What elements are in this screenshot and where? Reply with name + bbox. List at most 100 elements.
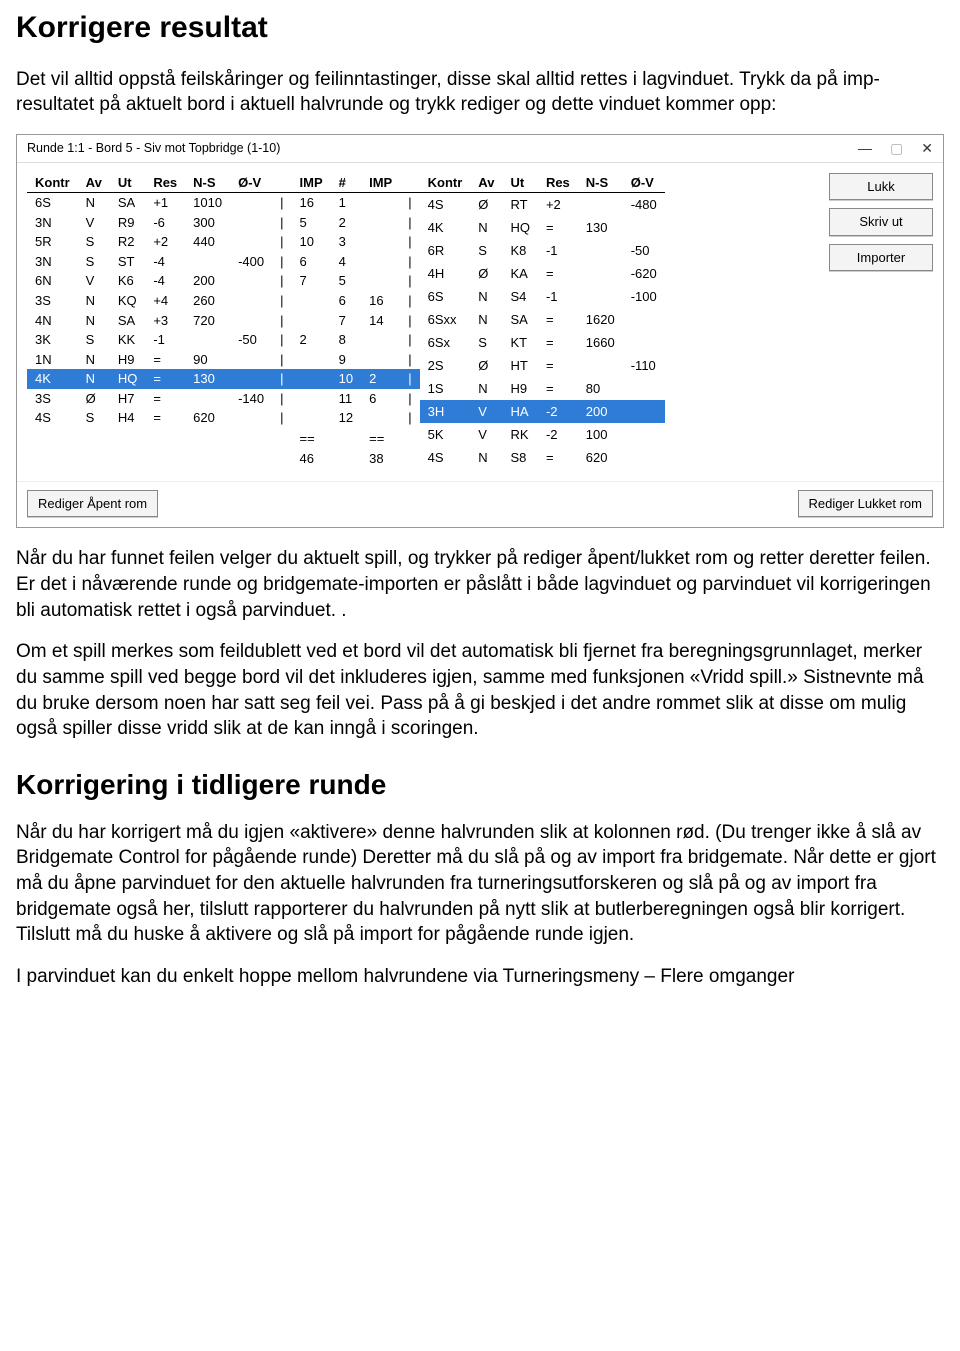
table-row[interactable]: 2SØHT=-110 xyxy=(420,354,665,377)
table-cell: H9 xyxy=(110,350,146,370)
table-cell: | xyxy=(400,330,419,350)
table-cell: N xyxy=(470,308,502,331)
table-cell: SA xyxy=(110,311,146,331)
table-cell: 2 xyxy=(331,213,361,233)
table-cell: 6 xyxy=(292,252,331,272)
table-row[interactable]: 9| xyxy=(331,350,420,370)
table-row[interactable]: 8| xyxy=(331,330,420,350)
table-cell: 11 xyxy=(331,389,361,409)
table-cell: 1620 xyxy=(578,308,623,331)
table-cell: 6 xyxy=(361,389,400,409)
result-window: Runde 1:1 - Bord 5 - Siv mot Topbridge (… xyxy=(16,134,944,529)
table-cell: 6Sx xyxy=(420,331,471,354)
table-cell: N xyxy=(470,216,502,239)
table-cell: 16 xyxy=(292,193,331,213)
table-cell xyxy=(230,408,272,428)
table-cell: -1 xyxy=(538,239,578,262)
table-row[interactable]: 102| xyxy=(331,369,420,389)
table-row[interactable]: 6SxxNSA=1620 xyxy=(420,308,665,331)
table-row[interactable]: 3NVR9-6300|5 xyxy=(27,213,331,233)
table-row[interactable]: 4KNHQ=130 xyxy=(420,216,665,239)
table-row[interactable]: 5| xyxy=(331,271,420,291)
table-cell: KK xyxy=(110,330,146,350)
table-row[interactable]: 3HVHA-2200 xyxy=(420,400,665,423)
edit-closed-room-button[interactable]: Rediger Lukket rom xyxy=(798,490,933,518)
table-cell: 5 xyxy=(292,213,331,233)
table-cell: | xyxy=(400,252,419,272)
table-cell: V xyxy=(78,271,110,291)
table-cell xyxy=(230,232,272,252)
table-cell: KA xyxy=(502,262,538,285)
close-icon[interactable]: ✕ xyxy=(921,139,933,158)
table-row[interactable]: 6SNSA+11010|16 xyxy=(27,193,331,213)
table-cell: 6Sxx xyxy=(420,308,471,331)
table-cell: 4K xyxy=(420,216,471,239)
table-cell: | xyxy=(272,311,291,331)
table-cell: 6S xyxy=(27,193,78,213)
table-cell xyxy=(292,311,331,331)
table-row[interactable]: 6RSK8-1-50 xyxy=(420,239,665,262)
table-cell xyxy=(361,252,400,272)
table-cell xyxy=(361,350,400,370)
table-row[interactable]: 616| xyxy=(331,291,420,311)
table-row[interactable]: 4SØRT+2-480 xyxy=(420,193,665,217)
table-cell: 3K xyxy=(27,330,78,350)
table-row[interactable]: 1SNH9=80 xyxy=(420,377,665,400)
table-row[interactable]: 6NVK6-4200|7 xyxy=(27,271,331,291)
table-cell: +2 xyxy=(145,232,185,252)
table-row[interactable]: 3NSST-4-400|6 xyxy=(27,252,331,272)
table-cell: +1 xyxy=(145,193,185,213)
table-row[interactable]: 4HØKA=-620 xyxy=(420,262,665,285)
table-cell xyxy=(185,389,230,409)
col-av-r: Av xyxy=(470,173,502,193)
col-ov-r: Ø-V xyxy=(623,173,665,193)
table-cell: HT xyxy=(502,354,538,377)
table-row[interactable]: 3SNKQ+4260| xyxy=(27,291,331,311)
close-button[interactable]: Lukk xyxy=(829,173,933,201)
import-button[interactable]: Importer xyxy=(829,244,933,272)
edit-open-room-button[interactable]: Rediger Åpent rom xyxy=(27,490,158,518)
table-cell: H7 xyxy=(110,389,146,409)
minimize-icon[interactable]: — xyxy=(858,139,872,158)
table-cell xyxy=(578,285,623,308)
print-button[interactable]: Skriv ut xyxy=(829,208,933,236)
table-row[interactable]: 12| xyxy=(331,408,420,428)
table-row[interactable]: 4SNS8=620 xyxy=(420,446,665,469)
table-row[interactable]: 2| xyxy=(331,213,420,233)
table-cell: = xyxy=(145,369,185,389)
table-cell xyxy=(361,193,400,213)
table-cell: | xyxy=(400,408,419,428)
table-cell: Ø xyxy=(78,389,110,409)
table-cell xyxy=(361,213,400,233)
table-cell xyxy=(578,354,623,377)
table-cell xyxy=(361,330,400,350)
table-row[interactable]: 6SNS4-1-100 xyxy=(420,285,665,308)
table-cell xyxy=(230,311,272,331)
table-cell xyxy=(230,291,272,311)
table-cell: | xyxy=(272,232,291,252)
table-row[interactable]: 3| xyxy=(331,232,420,252)
maximize-icon[interactable]: ▢ xyxy=(890,139,903,158)
table-cell xyxy=(623,377,665,400)
table-cell xyxy=(230,193,272,213)
table-cell: 80 xyxy=(578,377,623,400)
table-row[interactable]: 3SØH7=-140| xyxy=(27,389,331,409)
table-row[interactable]: 5KVRK-2100 xyxy=(420,423,665,446)
table-cell: 3S xyxy=(27,291,78,311)
table-row[interactable]: 5RSR2+2440|10 xyxy=(27,232,331,252)
table-row[interactable]: 4| xyxy=(331,252,420,272)
table-row[interactable]: 714| xyxy=(331,311,420,331)
table-cell: -1 xyxy=(145,330,185,350)
table-row[interactable]: 116| xyxy=(331,389,420,409)
table-row[interactable]: 4KNHQ=130| xyxy=(27,369,331,389)
table-row[interactable]: 1| xyxy=(331,193,420,213)
table-cell: N xyxy=(78,350,110,370)
left-table: Kontr Av Ut Res N-S Ø-V IMP 6SNSA+11010|… xyxy=(27,173,331,469)
table-row[interactable]: 3KSKK-1-50|2 xyxy=(27,330,331,350)
table-row[interactable]: 4SSH4=620| xyxy=(27,408,331,428)
table-row[interactable]: 1NNH9=90| xyxy=(27,350,331,370)
table-row[interactable]: 6SxSKT=1660 xyxy=(420,331,665,354)
table-cell: N xyxy=(78,193,110,213)
table-cell: = xyxy=(145,350,185,370)
table-row[interactable]: 4NNSA+3720| xyxy=(27,311,331,331)
